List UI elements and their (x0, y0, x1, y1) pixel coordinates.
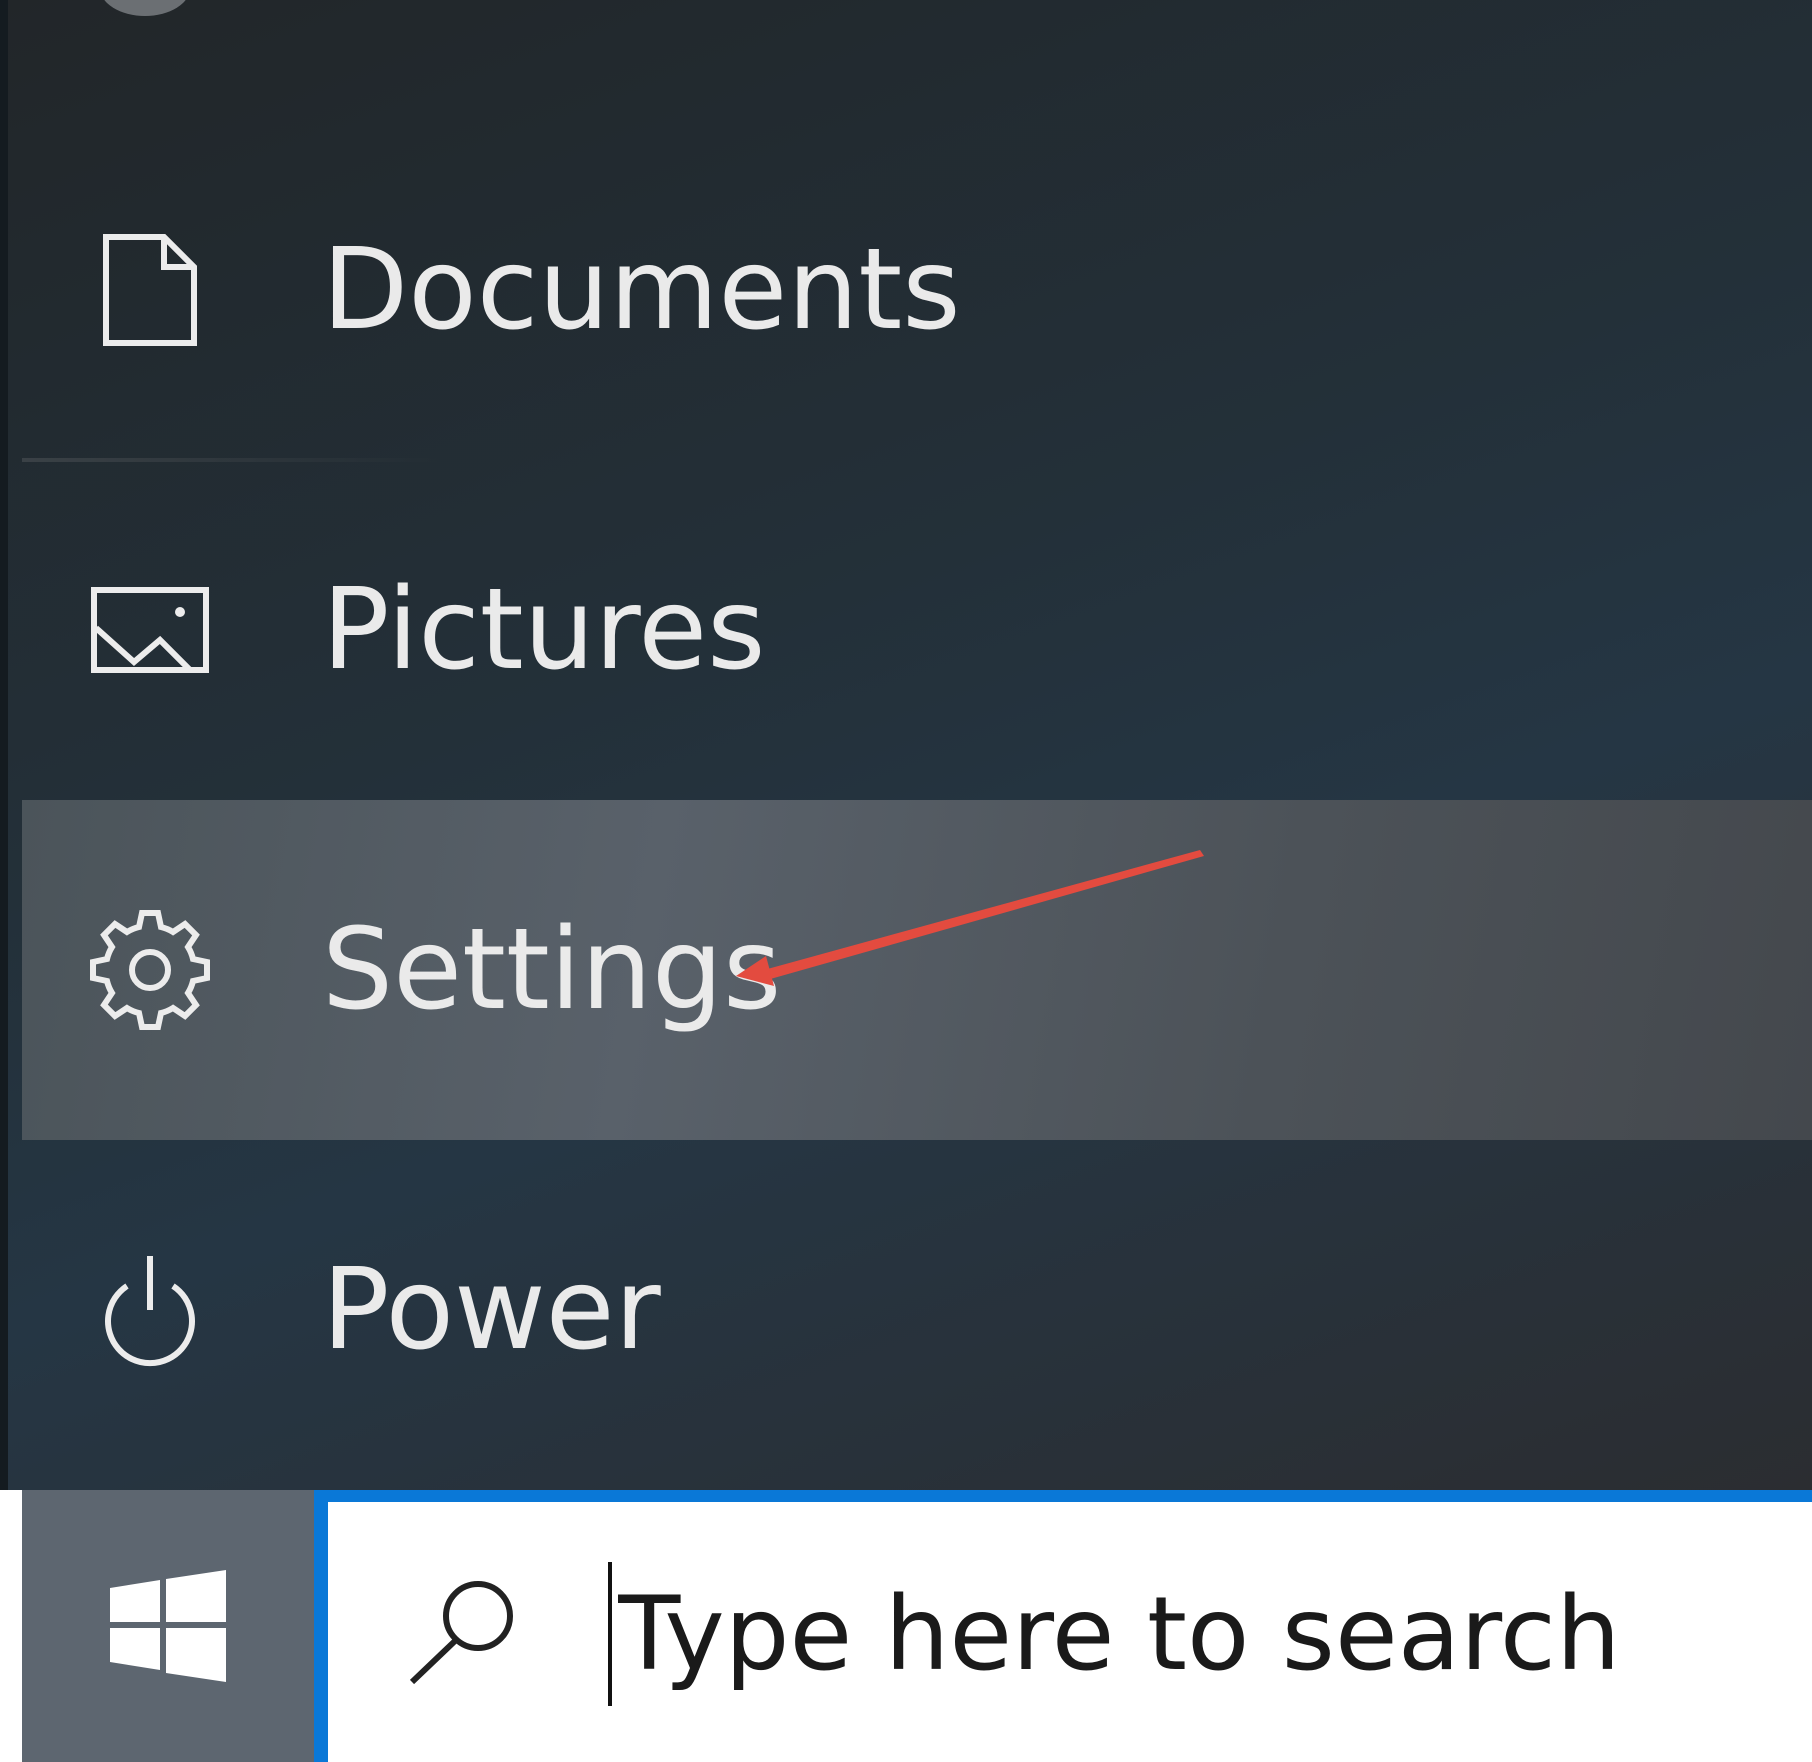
search-icon (409, 1581, 513, 1685)
start-button[interactable] (22, 1490, 314, 1762)
menu-item-documents[interactable]: Documents (22, 120, 1812, 460)
menu-item-power[interactable]: Power (22, 1140, 1812, 1480)
menu-item-label: Power (322, 1245, 661, 1375)
menu-item-label: Settings (322, 905, 782, 1035)
text-caret (608, 1562, 612, 1706)
search-input[interactable] (618, 1562, 1798, 1706)
menu-left-edge (0, 0, 8, 1490)
search-box[interactable] (314, 1490, 1812, 1762)
pictures-icon (80, 570, 220, 690)
user-avatar[interactable] (100, 0, 190, 16)
menu-item-label: Documents (322, 225, 961, 355)
start-menu: Documents Pictures Settings Power (0, 0, 1812, 1490)
menu-item-pictures[interactable]: Pictures (22, 460, 1812, 800)
gear-icon (80, 910, 220, 1030)
taskbar (0, 1490, 1812, 1762)
menu-item-label: Pictures (322, 565, 766, 695)
power-icon (80, 1250, 220, 1370)
annotation-arrow (736, 850, 1204, 986)
document-icon (80, 230, 220, 350)
windows-logo-icon (110, 1570, 226, 1682)
